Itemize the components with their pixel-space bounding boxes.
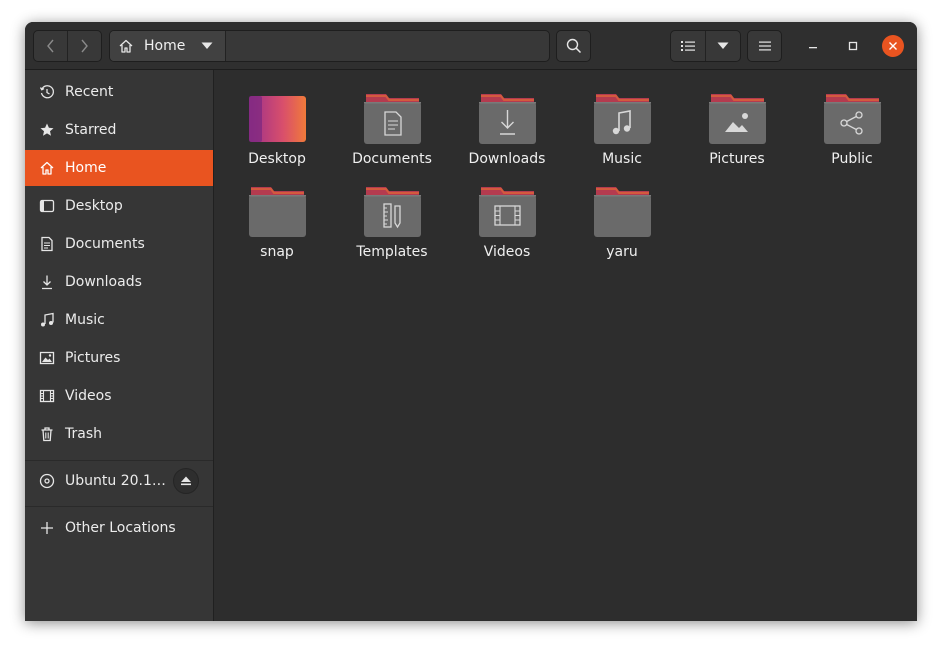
- navigation-buttons: [33, 30, 102, 62]
- picture-icon: [39, 350, 55, 366]
- documents-folder-icon: [364, 94, 421, 144]
- sidebar-item-label: Desktop: [65, 198, 123, 214]
- file-item[interactable]: Templates: [342, 171, 442, 260]
- file-name: Pictures: [709, 151, 765, 167]
- list-view-button[interactable]: [671, 31, 705, 61]
- folder-icon: [594, 187, 651, 237]
- file-name: yaru: [606, 244, 638, 260]
- trash-icon: [39, 426, 55, 442]
- path-crumb-label: Home: [144, 38, 186, 54]
- sidebar-item-label: Home: [65, 160, 107, 176]
- close-icon: [889, 42, 897, 50]
- document-icon: [39, 236, 55, 252]
- file-item[interactable]: Pictures: [687, 78, 787, 167]
- chevron-left-icon: [46, 39, 54, 53]
- close-button[interactable]: [882, 35, 904, 57]
- sidebar-item-starred[interactable]: Starred: [25, 112, 213, 148]
- sidebar-item-label: Ubuntu 20.1…: [65, 473, 166, 489]
- search-icon: [566, 38, 581, 54]
- eject-icon: [181, 476, 191, 486]
- path-crumb-home[interactable]: Home: [110, 31, 226, 61]
- clock-icon: [39, 84, 55, 100]
- sidebar-item-pictures[interactable]: Pictures: [25, 340, 213, 376]
- plus-icon: [39, 520, 55, 536]
- file-grid: Desktop Documents Downloads Music Pictur…: [214, 70, 917, 621]
- sidebar-item-trash[interactable]: Trash: [25, 416, 213, 452]
- main-menu-button[interactable]: [747, 30, 782, 62]
- search-button[interactable]: [556, 30, 591, 62]
- file-name: Videos: [483, 244, 531, 260]
- file-name: Desktop: [248, 151, 306, 167]
- sidebar-item-label: Other Locations: [65, 520, 176, 536]
- file-item[interactable]: Downloads: [457, 78, 557, 167]
- sidebar-item-label: Starred: [65, 122, 117, 138]
- file-manager-window: Home Recent Starred Home Desktop Documen…: [25, 22, 917, 621]
- header-bar: Home: [25, 22, 917, 70]
- eject-button[interactable]: [173, 468, 199, 494]
- sidebar-item-music[interactable]: Music: [25, 302, 213, 338]
- sidebar-item-downloads[interactable]: Downloads: [25, 264, 213, 300]
- templates-folder-icon: [364, 187, 421, 237]
- chevron-down-icon: [717, 42, 729, 49]
- desktop-icon: [39, 198, 55, 214]
- sidebar-item-recent[interactable]: Recent: [25, 74, 213, 110]
- sidebar-item-label: Music: [65, 312, 105, 328]
- chevron-down-icon[interactable]: [201, 42, 213, 50]
- sidebar-separator: [25, 460, 213, 461]
- view-buttons: [670, 30, 741, 62]
- file-item[interactable]: Videos: [457, 171, 557, 260]
- file-item[interactable]: Music: [572, 78, 672, 167]
- download-icon: [39, 274, 55, 290]
- file-name: Documents: [352, 151, 432, 167]
- sidebar-item-label: Videos: [65, 388, 112, 404]
- pictures-folder-icon: [709, 94, 766, 144]
- sidebar-item-other-locations[interactable]: Other Locations: [25, 510, 213, 546]
- sidebar-item-label: Documents: [65, 236, 145, 252]
- sidebar-item-label: Pictures: [65, 350, 121, 366]
- public-folder-icon: [824, 94, 881, 144]
- folder-icon: [249, 187, 306, 237]
- music-folder-icon: [594, 94, 651, 144]
- places-sidebar: Recent Starred Home Desktop Documents Do…: [25, 70, 214, 621]
- sidebar-item-label: Recent: [65, 84, 114, 100]
- path-bar[interactable]: Home: [109, 30, 550, 62]
- minimize-icon: [809, 47, 817, 49]
- file-name: Templates: [356, 244, 428, 260]
- chevron-right-icon: [81, 39, 89, 53]
- list-view-icon: [681, 41, 695, 51]
- music-icon: [39, 312, 55, 328]
- minimize-button[interactable]: [802, 35, 824, 57]
- file-item[interactable]: Documents: [342, 78, 442, 167]
- film-icon: [39, 388, 55, 404]
- file-item[interactable]: Public: [802, 78, 902, 167]
- sidebar-separator: [25, 506, 213, 507]
- maximize-icon: [848, 41, 858, 51]
- file-item[interactable]: yaru: [572, 171, 672, 260]
- home-icon: [39, 160, 55, 176]
- sidebar-item-label: Downloads: [65, 274, 142, 290]
- sidebar-item-documents[interactable]: Documents: [25, 226, 213, 262]
- desktop-folder-icon: [249, 96, 306, 142]
- maximize-button[interactable]: [842, 35, 864, 57]
- videos-folder-icon: [479, 187, 536, 237]
- sidebar-item-label: Trash: [65, 426, 102, 442]
- sidebar-item-home[interactable]: Home: [25, 150, 213, 186]
- forward-button[interactable]: [68, 31, 101, 61]
- file-name: snap: [260, 244, 294, 260]
- downloads-folder-icon: [479, 94, 536, 144]
- back-button[interactable]: [34, 31, 67, 61]
- disc-icon: [39, 473, 55, 489]
- sidebar-item-desktop[interactable]: Desktop: [25, 188, 213, 224]
- sidebar-item-videos[interactable]: Videos: [25, 378, 213, 414]
- home-icon: [119, 39, 133, 53]
- file-name: Public: [831, 151, 873, 167]
- star-icon: [39, 122, 55, 138]
- file-name: Downloads: [468, 151, 546, 167]
- file-name: Music: [602, 151, 642, 167]
- file-item[interactable]: Desktop: [227, 78, 327, 167]
- view-options-button[interactable]: [706, 31, 740, 61]
- hamburger-menu-icon: [758, 41, 771, 51]
- file-item[interactable]: snap: [227, 171, 327, 260]
